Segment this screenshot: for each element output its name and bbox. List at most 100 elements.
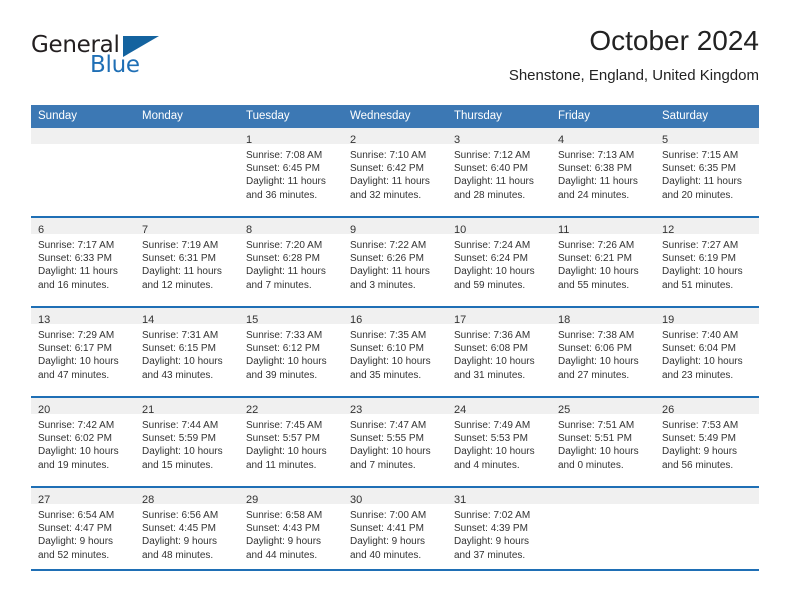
- day-detail-line: Sunrise: 7:19 AM: [142, 240, 219, 251]
- calendar-day-cell[interactable]: 1 Sunrise: 7:08 AM Sunset: 6:45 PM Daylight…: [239, 128, 343, 215]
- calendar-day-cell[interactable]: 21 Sunrise: 7:44 AM Sunset: 5:59 PM Dayligh…: [135, 398, 239, 485]
- calendar-day-cell[interactable]: 6 Sunrise: 7:17 AM Sunset: 6:33 PM Daylight…: [31, 218, 135, 305]
- calendar-day-cell[interactable]: 24 Sunrise: 7:49 AM Sunset: 5:53 PM Dayligh…: [447, 398, 551, 485]
- calendar-day-cell[interactable]: 2 Sunrise: 7:10 AM Sunset: 6:42 PM Daylight…: [343, 128, 447, 215]
- day-number-band: 16: [343, 308, 447, 326]
- calendar-week-row: 13 Sunrise: 7:29 AM Sunset: 6:17 PM Dayligh…: [31, 308, 759, 395]
- calendar-day-cell[interactable]: 4 Sunrise: 7:13 AM Sunset: 6:38 PM Daylight…: [551, 128, 655, 215]
- day-cell-inner: 9 Sunrise: 7:22 AM Sunset: 6:26 PM Daylight…: [343, 218, 447, 305]
- calendar-day-cell[interactable]: 16 Sunrise: 7:35 AM Sunset: 6:10 PM Dayligh…: [343, 308, 447, 395]
- day-cell-details: Sunrise: 7:26 AM Sunset: 6:21 PM Daylight:…: [551, 234, 655, 292]
- calendar-day-cell[interactable]: 20 Sunrise: 7:42 AM Sunset: 6:02 PM Dayligh…: [31, 398, 135, 485]
- day-number: 24: [454, 404, 467, 416]
- day-number-band: 11: [551, 218, 655, 236]
- day-detail-line: and 16 minutes.: [38, 279, 110, 291]
- day-detail-line: Daylight: 11 hours: [558, 176, 638, 188]
- day-detail-line: Sunset: 6:02 PM: [38, 433, 112, 445]
- day-detail-line: Daylight: 10 hours: [350, 356, 431, 368]
- day-detail-line: Daylight: 10 hours: [454, 356, 535, 368]
- day-detail-line: and 3 minutes.: [350, 279, 416, 291]
- day-detail-line: Daylight: 10 hours: [38, 446, 119, 458]
- calendar-day-cell[interactable]: 12 Sunrise: 7:27 AM Sunset: 6:19 PM Dayligh…: [655, 218, 759, 305]
- day-number-band: [31, 128, 135, 144]
- calendar-day-cell: [655, 488, 759, 568]
- calendar-day-cell[interactable]: 5 Sunrise: 7:15 AM Sunset: 6:35 PM Daylight…: [655, 128, 759, 215]
- day-cell-inner: [655, 488, 759, 568]
- calendar-day-cell: [551, 488, 655, 568]
- day-number: 26: [662, 404, 675, 416]
- day-number-band: 5: [655, 128, 759, 146]
- day-detail-line: Sunset: 4:47 PM: [38, 523, 112, 535]
- day-number: 20: [38, 404, 51, 416]
- calendar-day-cell[interactable]: 25 Sunrise: 7:51 AM Sunset: 5:51 PM Dayligh…: [551, 398, 655, 485]
- day-cell-inner: 6 Sunrise: 7:17 AM Sunset: 6:33 PM Daylight…: [31, 218, 135, 305]
- calendar-day-cell[interactable]: 8 Sunrise: 7:20 AM Sunset: 6:28 PM Daylight…: [239, 218, 343, 305]
- day-number-band: 15: [239, 308, 343, 326]
- calendar-day-cell[interactable]: 27 Sunrise: 6:54 AM Sunset: 4:47 PM Dayligh…: [31, 488, 135, 568]
- calendar-day-cell[interactable]: 23 Sunrise: 7:47 AM Sunset: 5:55 PM Dayligh…: [343, 398, 447, 485]
- calendar-day-cell[interactable]: 22 Sunrise: 7:45 AM Sunset: 5:57 PM Dayligh…: [239, 398, 343, 485]
- day-detail-line: Daylight: 10 hours: [142, 356, 223, 368]
- day-number-band: 31: [447, 488, 551, 506]
- calendar-day-cell[interactable]: 31 Sunrise: 7:02 AM Sunset: 4:39 PM Dayligh…: [447, 488, 551, 568]
- calendar-day-cell[interactable]: 10 Sunrise: 7:24 AM Sunset: 6:24 PM Dayligh…: [447, 218, 551, 305]
- day-detail-line: and 52 minutes.: [38, 549, 110, 561]
- calendar-day-cell[interactable]: 15 Sunrise: 7:33 AM Sunset: 6:12 PM Dayligh…: [239, 308, 343, 395]
- calendar-day-cell[interactable]: 3 Sunrise: 7:12 AM Sunset: 6:40 PM Daylight…: [447, 128, 551, 215]
- calendar-day-cell[interactable]: 28 Sunrise: 6:56 AM Sunset: 4:45 PM Dayligh…: [135, 488, 239, 568]
- day-detail-line: Sunset: 6:35 PM: [662, 163, 736, 175]
- day-detail-line: Sunrise: 6:54 AM: [38, 510, 115, 521]
- day-number: 2: [350, 134, 357, 146]
- calendar-day-cell[interactable]: 26 Sunrise: 7:53 AM Sunset: 5:49 PM Dayligh…: [655, 398, 759, 485]
- day-cell-details: Sunrise: 7:33 AM Sunset: 6:12 PM Daylight:…: [239, 324, 343, 382]
- day-detail-line: Sunrise: 7:13 AM: [558, 150, 635, 161]
- day-detail-line: Daylight: 11 hours: [350, 266, 430, 278]
- calendar-day-cell[interactable]: 14 Sunrise: 7:31 AM Sunset: 6:15 PM Dayligh…: [135, 308, 239, 395]
- day-number-band: 25: [551, 398, 655, 416]
- day-number-band: 18: [551, 308, 655, 326]
- day-detail-line: Sunrise: 7:08 AM: [246, 150, 323, 161]
- day-cell-details: Sunrise: 6:56 AM Sunset: 4:45 PM Daylight:…: [135, 504, 239, 562]
- day-detail-line: Sunrise: 7:10 AM: [350, 150, 427, 161]
- day-cell-details: Sunrise: 7:02 AM Sunset: 4:39 PM Daylight:…: [447, 504, 551, 562]
- calendar-day-cell[interactable]: 13 Sunrise: 7:29 AM Sunset: 6:17 PM Dayligh…: [31, 308, 135, 395]
- day-detail-line: and 20 minutes.: [662, 189, 734, 201]
- day-detail-line: Daylight: 10 hours: [246, 446, 327, 458]
- day-cell-inner: 3 Sunrise: 7:12 AM Sunset: 6:40 PM Daylight…: [447, 128, 551, 215]
- day-number: 27: [38, 494, 51, 506]
- general-blue-logo[interactable]: General Blue: [31, 32, 231, 88]
- day-cell-inner: 18 Sunrise: 7:38 AM Sunset: 6:06 PM Dayligh…: [551, 308, 655, 395]
- calendar-day-cell[interactable]: 17 Sunrise: 7:36 AM Sunset: 6:08 PM Dayligh…: [447, 308, 551, 395]
- week-separator-row: [31, 568, 759, 571]
- day-detail-line: and 56 minutes.: [662, 459, 734, 471]
- day-cell-inner: 8 Sunrise: 7:20 AM Sunset: 6:28 PM Daylight…: [239, 218, 343, 305]
- calendar-day-cell: [135, 128, 239, 215]
- day-cell-inner: 2 Sunrise: 7:10 AM Sunset: 6:42 PM Daylight…: [343, 128, 447, 215]
- day-cell-inner: 31 Sunrise: 7:02 AM Sunset: 4:39 PM Dayligh…: [447, 488, 551, 568]
- day-cell-details: Sunrise: 7:17 AM Sunset: 6:33 PM Daylight:…: [31, 234, 135, 292]
- day-detail-line: and 15 minutes.: [142, 459, 214, 471]
- weekday-header-row: Sunday Monday Tuesday Wednesday Thursday…: [31, 105, 759, 128]
- day-number: 14: [142, 314, 155, 326]
- calendar-day-cell[interactable]: 18 Sunrise: 7:38 AM Sunset: 6:06 PM Dayligh…: [551, 308, 655, 395]
- calendar-day-cell[interactable]: 30 Sunrise: 7:00 AM Sunset: 4:41 PM Dayligh…: [343, 488, 447, 568]
- day-number-band: 30: [343, 488, 447, 506]
- day-detail-line: Sunset: 6:12 PM: [246, 343, 320, 355]
- day-cell-inner: 30 Sunrise: 7:00 AM Sunset: 4:41 PM Dayligh…: [343, 488, 447, 568]
- day-cell-details: Sunrise: 7:08 AM Sunset: 6:45 PM Daylight:…: [239, 144, 343, 202]
- calendar-day-cell[interactable]: 11 Sunrise: 7:26 AM Sunset: 6:21 PM Dayligh…: [551, 218, 655, 305]
- day-detail-line: Daylight: 9 hours: [350, 536, 426, 548]
- calendar-day-cell[interactable]: 9 Sunrise: 7:22 AM Sunset: 6:26 PM Daylight…: [343, 218, 447, 305]
- day-detail-line: Sunset: 6:19 PM: [662, 253, 736, 265]
- day-cell-inner: 29 Sunrise: 6:58 AM Sunset: 4:43 PM Dayligh…: [239, 488, 343, 568]
- day-number: 8: [246, 224, 253, 236]
- day-detail-line: Daylight: 10 hours: [558, 446, 639, 458]
- calendar-day-cell[interactable]: 29 Sunrise: 6:58 AM Sunset: 4:43 PM Dayligh…: [239, 488, 343, 568]
- day-cell-details: Sunrise: 7:27 AM Sunset: 6:19 PM Daylight:…: [655, 234, 759, 292]
- calendar-day-cell[interactable]: 19 Sunrise: 7:40 AM Sunset: 6:04 PM Dayligh…: [655, 308, 759, 395]
- day-detail-line: and 36 minutes.: [246, 189, 318, 201]
- day-detail-line: and 7 minutes.: [350, 459, 416, 471]
- day-detail-line: Sunset: 6:24 PM: [454, 253, 528, 265]
- calendar-day-cell[interactable]: 7 Sunrise: 7:19 AM Sunset: 6:31 PM Daylight…: [135, 218, 239, 305]
- day-detail-line: Sunset: 4:43 PM: [246, 523, 320, 535]
